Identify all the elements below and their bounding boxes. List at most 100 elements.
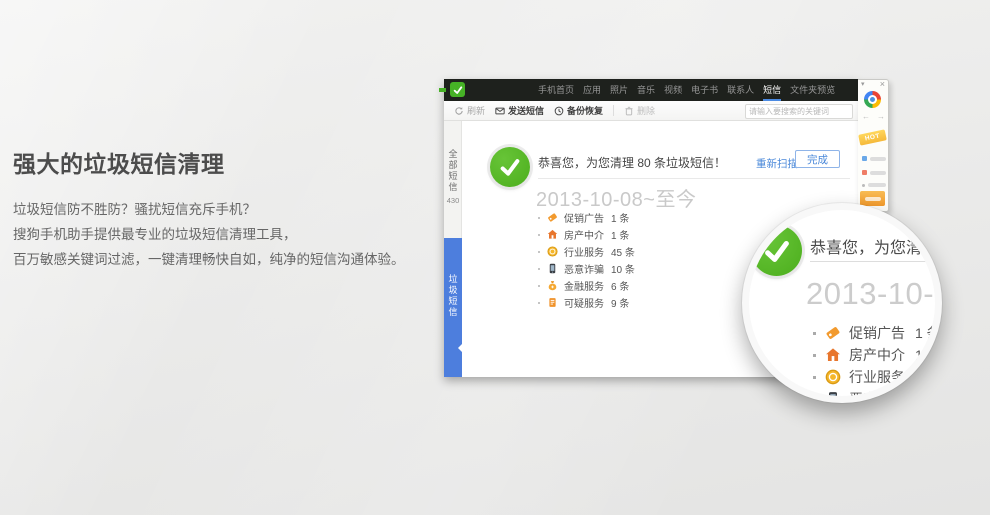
- close-icon[interactable]: ×: [880, 79, 885, 89]
- moneybag-icon: [547, 280, 558, 291]
- tag-icon: [825, 325, 841, 341]
- category-count: 1 条: [915, 323, 941, 343]
- list-item-finance: 金融服务 6 条: [538, 277, 635, 294]
- category-count: 1 条: [611, 227, 629, 242]
- hero-line-1: 垃圾短信防不胜防？骚扰短信充斥手机？: [13, 202, 256, 217]
- magnified-result-title: 恭喜您，为您清理 80 条垃圾短信！: [810, 234, 942, 258]
- sidebar-item-all-sms[interactable]: 全部短信 430: [444, 149, 462, 205]
- bullet: [538, 234, 540, 236]
- blurred-text: [870, 157, 886, 161]
- result-divider: [538, 178, 850, 179]
- hero-line-3: 百万敏感关键词过滤，一键清理畅快自如，纯净的短信沟通体验。: [13, 252, 405, 267]
- browser-logo-icon: [864, 91, 881, 108]
- magnified-list-item: 房产中介 1 条: [813, 345, 941, 365]
- tab-video[interactable]: 视频: [664, 79, 682, 101]
- category-count: 6 条: [611, 278, 629, 293]
- bullet: [538, 268, 540, 270]
- tab-ebooks[interactable]: 电子书: [691, 79, 718, 101]
- house-icon: [547, 229, 558, 240]
- tab-contacts[interactable]: 联系人: [727, 79, 754, 101]
- junk-sms-label-wrap: 垃圾短信: [444, 274, 462, 318]
- magnifier-circle: 恭喜您，为您清理 80 条垃圾短信！ 2013-10-08~至今 促销广告 1 …: [742, 203, 942, 403]
- sogou-assistant-logo-icon: [450, 82, 465, 97]
- magnified-list-item: 恶意诈骗 10 条: [813, 389, 942, 403]
- card-icon: [547, 297, 558, 308]
- category-label: 促销广告: [849, 323, 905, 343]
- list-item-industry-service: 行业服务 45 条: [538, 243, 635, 260]
- title-bar: 手机首页 应用 照片 音乐 视频 电子书 联系人 短信 文件夹预览: [444, 79, 858, 101]
- blue-app-icon: [862, 156, 867, 161]
- all-sms-count: 430: [447, 196, 460, 205]
- panel-list-item[interactable]: [862, 170, 886, 175]
- logo-stub: [439, 88, 446, 92]
- collapse-icon[interactable]: ▾: [861, 80, 865, 88]
- bullet: [813, 376, 816, 379]
- tab-photos[interactable]: 照片: [610, 79, 628, 101]
- panel-list-item[interactable]: [862, 183, 886, 187]
- bullet: [813, 332, 816, 335]
- send-sms-button[interactable]: 发送短信: [495, 104, 544, 117]
- refresh-button[interactable]: 刷新: [454, 104, 485, 117]
- red-app-icon: [862, 170, 867, 175]
- category-label: 促销广告: [564, 210, 604, 225]
- category-label: 房产中介: [849, 345, 905, 365]
- forward-arrow-icon[interactable]: →: [877, 112, 885, 121]
- bullet: [813, 398, 816, 401]
- tab-folder-preview[interactable]: 文件夹预览: [790, 79, 835, 101]
- hero-line-2: 搜狗手机助手提供最专业的垃圾短信清理工具，: [13, 227, 297, 242]
- trash-icon: [624, 106, 634, 116]
- download-button[interactable]: [860, 191, 885, 206]
- panel-list-item[interactable]: [862, 156, 886, 161]
- tab-apps[interactable]: 应用: [583, 79, 601, 101]
- hot-badge: HOT: [858, 129, 887, 145]
- category-label: 金融服务: [564, 278, 604, 293]
- refresh-label: 刷新: [467, 104, 485, 117]
- done-button[interactable]: 完成: [795, 150, 840, 168]
- phone-icon: [825, 391, 841, 403]
- nav-arrows: ← →: [862, 112, 885, 121]
- send-sms-label: 发送短信: [508, 104, 544, 117]
- clock-icon: [554, 106, 564, 116]
- category-list: 促销广告 1 条 房产中介 1 条 行业服务 45 条: [538, 209, 635, 311]
- delete-button[interactable]: 删除: [624, 104, 655, 117]
- bullet: [538, 251, 540, 253]
- envelope-icon: [495, 106, 505, 116]
- category-label: 行业服务: [849, 367, 905, 387]
- tab-phone-home[interactable]: 手机首页: [538, 79, 574, 101]
- list-item-suspicious: 可疑服务 9 条: [538, 294, 635, 311]
- blurred-text: [870, 171, 886, 175]
- success-check-icon: [490, 147, 530, 187]
- magnified-content: 恭喜您，为您清理 80 条垃圾短信！ 2013-10-08~至今 促销广告 1 …: [749, 210, 935, 396]
- page-title: 强大的垃圾短信清理: [13, 145, 433, 179]
- tab-sms[interactable]: 短信: [763, 79, 781, 101]
- coin-icon: [547, 246, 558, 257]
- search-box: [745, 104, 853, 119]
- phone-icon: [547, 263, 558, 274]
- tab-music[interactable]: 音乐: [637, 79, 655, 101]
- rescan-link[interactable]: 重新扫描: [756, 156, 798, 171]
- junk-sms-label: 垃圾短信: [447, 274, 460, 318]
- category-label: 房产中介: [564, 227, 604, 242]
- clean-result-title: 恭喜您，为您清理 80 条垃圾短信！: [538, 154, 726, 171]
- bullet: [538, 285, 540, 287]
- category-label: 可疑服务: [564, 295, 604, 310]
- category-count: 10 条: [915, 389, 942, 403]
- list-item-real-estate: 房产中介 1 条: [538, 226, 635, 243]
- magnified-date-range: 2013-10-08~至今: [806, 268, 942, 313]
- tag-icon: [547, 212, 558, 223]
- delete-label: 删除: [637, 104, 655, 117]
- date-range: 2013-10-08~至今: [536, 183, 696, 212]
- search-input[interactable]: [746, 107, 862, 116]
- category-label: 恶意诈骗: [849, 389, 905, 403]
- sidebar-item-junk-sms[interactable]: 垃圾短信: [444, 238, 462, 377]
- list-item-promo-ads: 促销广告 1 条: [538, 209, 635, 226]
- promo-page: 强大的垃圾短信清理 垃圾短信防不胜防？骚扰短信充斥手机？ 搜狗手机助手提供最专业…: [0, 0, 990, 515]
- list-item-scam: 恶意诈骗 10 条: [538, 260, 635, 277]
- bullet: [538, 302, 540, 304]
- back-arrow-icon[interactable]: ←: [862, 112, 870, 121]
- toolbar-divider: [613, 105, 614, 116]
- backup-restore-button[interactable]: 备份恢复: [554, 104, 603, 117]
- category-count: 10 条: [611, 261, 635, 276]
- backup-restore-label: 备份恢复: [567, 104, 603, 117]
- coin-icon: [825, 369, 841, 385]
